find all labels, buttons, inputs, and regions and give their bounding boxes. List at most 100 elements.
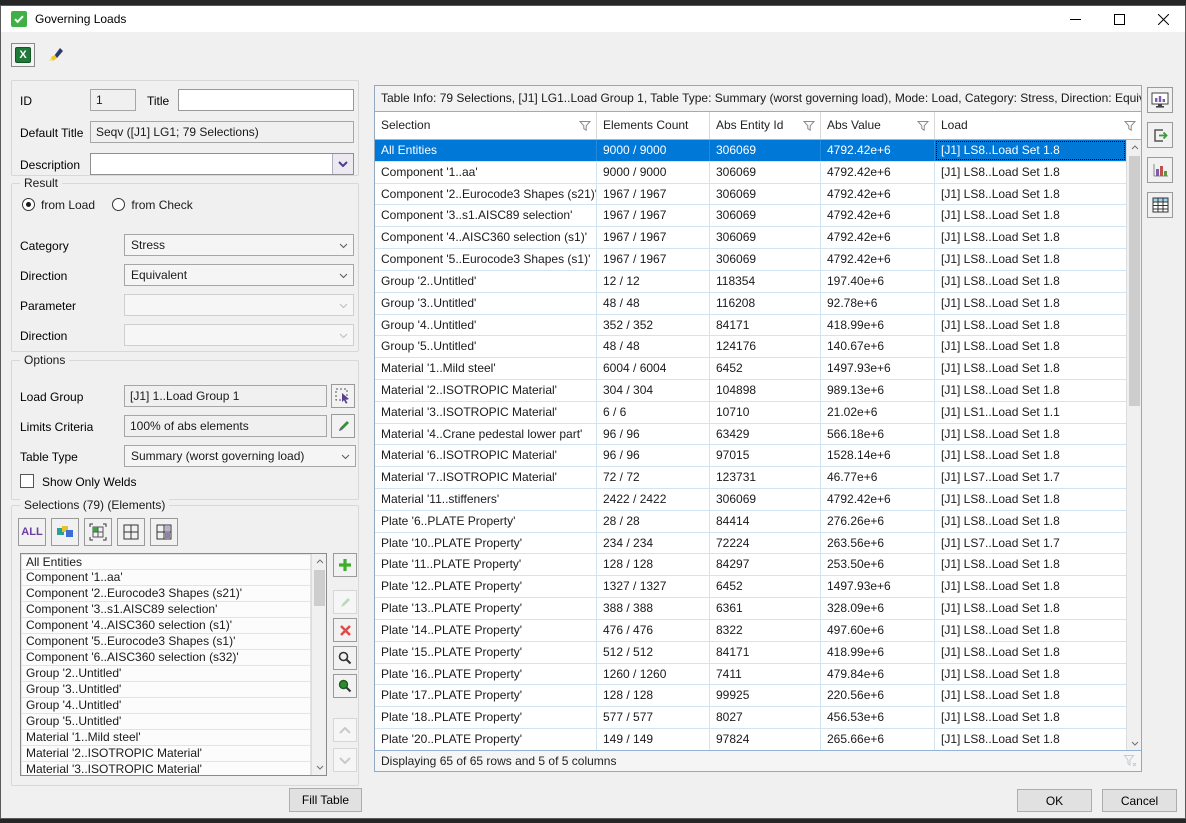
show-chart-button[interactable] — [1147, 157, 1173, 183]
close-button[interactable] — [1141, 6, 1185, 32]
cell-elements-count[interactable]: 149 / 149 — [597, 729, 710, 750]
cell-abs-value[interactable]: 4792.42e+6 — [821, 227, 935, 248]
scroll-down-icon[interactable] — [1127, 736, 1142, 751]
list-item[interactable]: Material '2..ISOTROPIC Material' — [21, 746, 311, 762]
cell-abs-value[interactable]: 263.56e+6 — [821, 533, 935, 554]
table-row[interactable]: Material '7..ISOTROPIC Material' 72 / 72… — [375, 467, 1126, 489]
cell-selection[interactable]: Component '2..Eurocode3 Shapes (s21)' — [375, 184, 597, 205]
description-dropdown-button[interactable] — [332, 154, 353, 174]
list-item[interactable]: Group '3..Untitled' — [21, 682, 311, 698]
cell-abs-entity-id[interactable]: 97824 — [710, 729, 821, 750]
cell-selection[interactable]: Material '2..ISOTROPIC Material' — [375, 380, 597, 401]
cell-elements-count[interactable]: 388 / 388 — [597, 598, 710, 619]
cell-selection[interactable]: Plate '17..PLATE Property' — [375, 685, 597, 706]
cell-abs-value[interactable]: 4792.42e+6 — [821, 184, 935, 205]
cell-abs-value[interactable]: 140.67e+6 — [821, 336, 935, 357]
cell-load[interactable]: [J1] LS8..Load Set 1.8 — [935, 729, 1126, 750]
cell-load[interactable]: [J1] LS8..Load Set 1.8 — [935, 707, 1126, 728]
table-row[interactable]: Group '5..Untitled' 48 / 48 124176 140.6… — [375, 336, 1126, 358]
table-row[interactable]: Material '6..ISOTROPIC Material' 96 / 96… — [375, 445, 1126, 467]
list-item[interactable]: Group '2..Untitled' — [21, 666, 311, 682]
cell-load[interactable]: [J1] LS8..Load Set 1.8 — [935, 380, 1126, 401]
cell-load[interactable]: [J1] LS8..Load Set 1.8 — [935, 271, 1126, 292]
list-item[interactable]: Component '2..Eurocode3 Shapes (s21)' — [21, 586, 311, 602]
cell-abs-entity-id[interactable]: 10710 — [710, 402, 821, 423]
filter-icon[interactable] — [1124, 120, 1136, 132]
column-header[interactable]: Selection — [375, 112, 597, 139]
cell-abs-entity-id[interactable]: 6452 — [710, 358, 821, 379]
cell-load[interactable]: [J1] LS8..Load Set 1.8 — [935, 445, 1126, 466]
cell-elements-count[interactable]: 352 / 352 — [597, 315, 710, 336]
cell-selection[interactable]: Plate '18..PLATE Property' — [375, 707, 597, 728]
cell-abs-value[interactable]: 418.99e+6 — [821, 642, 935, 663]
cell-load[interactable]: [J1] LS1..Load Set 1.1 — [935, 402, 1126, 423]
cell-elements-count[interactable]: 96 / 96 — [597, 445, 710, 466]
cell-abs-entity-id[interactable]: 306069 — [710, 140, 821, 161]
cell-selection[interactable]: Plate '14..PLATE Property' — [375, 620, 597, 641]
table-row[interactable]: Plate '16..PLATE Property' 1260 / 1260 7… — [375, 664, 1126, 686]
cell-load[interactable]: [J1] LS8..Load Set 1.8 — [935, 489, 1126, 510]
list-item[interactable]: Component '3..s1.AISC89 selection' — [21, 602, 311, 618]
table-row[interactable]: Plate '14..PLATE Property' 476 / 476 832… — [375, 620, 1126, 642]
cell-elements-count[interactable]: 9000 / 9000 — [597, 140, 710, 161]
cell-abs-value[interactable]: 46.77e+6 — [821, 467, 935, 488]
list-item[interactable]: Group '5..Untitled' — [21, 714, 311, 730]
cell-abs-entity-id[interactable]: 8322 — [710, 620, 821, 641]
delete-selection-button[interactable] — [333, 618, 357, 642]
cell-load[interactable]: [J1] LS7..Load Set 1.7 — [935, 467, 1126, 488]
cell-abs-entity-id[interactable]: 116208 — [710, 293, 821, 314]
cell-abs-value[interactable]: 497.60e+6 — [821, 620, 935, 641]
cell-load[interactable]: [J1] LS8..Load Set 1.8 — [935, 424, 1126, 445]
cell-abs-entity-id[interactable]: 104898 — [710, 380, 821, 401]
cell-load[interactable]: [J1] LS8..Load Set 1.8 — [935, 598, 1126, 619]
cell-abs-entity-id[interactable]: 306069 — [710, 227, 821, 248]
from-check-radio[interactable] — [112, 198, 125, 211]
table-row[interactable]: Component '1..aa' 9000 / 9000 306069 479… — [375, 162, 1126, 184]
cell-selection[interactable]: Group '4..Untitled' — [375, 315, 597, 336]
list-item[interactable]: Component '6..AISC360 selection (s32)' — [21, 650, 311, 666]
list-item[interactable]: Component '4..AISC360 selection (s1)' — [21, 618, 311, 634]
cell-elements-count[interactable]: 12 / 12 — [597, 271, 710, 292]
cell-abs-entity-id[interactable]: 306069 — [710, 489, 821, 510]
cell-load[interactable]: [J1] LS7..Load Set 1.7 — [935, 533, 1126, 554]
cell-selection[interactable]: Component '4..AISC360 selection (s1)' — [375, 227, 597, 248]
cell-abs-value[interactable]: 253.50e+6 — [821, 554, 935, 575]
cell-load[interactable]: [J1] LS8..Load Set 1.8 — [935, 685, 1126, 706]
scroll-thumb[interactable] — [1129, 156, 1140, 406]
cell-elements-count[interactable]: 2422 / 2422 — [597, 489, 710, 510]
cell-load[interactable]: [J1] LS8..Load Set 1.8 — [935, 576, 1126, 597]
cell-load[interactable]: [J1] LS8..Load Set 1.8 — [935, 642, 1126, 663]
cell-abs-entity-id[interactable]: 7411 — [710, 664, 821, 685]
table-row[interactable]: Plate '20..PLATE Property' 149 / 149 978… — [375, 729, 1126, 751]
cell-abs-value[interactable]: 21.02e+6 — [821, 402, 935, 423]
category-combo[interactable]: Stress — [124, 234, 354, 256]
cell-elements-count[interactable]: 234 / 234 — [597, 533, 710, 554]
cell-selection[interactable]: Material '1..Mild steel' — [375, 358, 597, 379]
table-row[interactable]: Material '1..Mild steel' 6004 / 6004 645… — [375, 358, 1126, 380]
cell-abs-entity-id[interactable]: 99925 — [710, 685, 821, 706]
scroll-up-icon[interactable] — [1127, 140, 1142, 155]
cell-selection[interactable]: Group '5..Untitled' — [375, 336, 597, 357]
cell-abs-entity-id[interactable]: 6452 — [710, 576, 821, 597]
cell-elements-count[interactable]: 6004 / 6004 — [597, 358, 710, 379]
cell-elements-count[interactable]: 1967 / 1967 — [597, 205, 710, 226]
cell-load[interactable]: [J1] LS8..Load Set 1.8 — [935, 162, 1126, 183]
cell-load[interactable]: [J1] LS8..Load Set 1.8 — [935, 511, 1126, 532]
cell-elements-count[interactable]: 72 / 72 — [597, 467, 710, 488]
cell-elements-count[interactable]: 28 / 28 — [597, 511, 710, 532]
table-row[interactable]: Group '2..Untitled' 12 / 12 118354 197.4… — [375, 271, 1126, 293]
cell-abs-entity-id[interactable]: 123731 — [710, 467, 821, 488]
cell-abs-entity-id[interactable]: 84171 — [710, 315, 821, 336]
cell-selection[interactable]: Plate '15..PLATE Property' — [375, 642, 597, 663]
show-on-monitor-button[interactable] — [1147, 87, 1173, 113]
cell-load[interactable]: [J1] LS8..Load Set 1.8 — [935, 554, 1126, 575]
cell-load[interactable]: [J1] LS8..Load Set 1.8 — [935, 336, 1126, 357]
filter-icon[interactable] — [803, 120, 815, 132]
table-row[interactable]: Group '4..Untitled' 352 / 352 84171 418.… — [375, 315, 1126, 337]
description-combo[interactable] — [90, 153, 354, 175]
pick-from-model-button[interactable] — [84, 518, 112, 546]
table-row[interactable]: Material '3..ISOTROPIC Material' 6 / 6 1… — [375, 402, 1126, 424]
cell-abs-entity-id[interactable]: 118354 — [710, 271, 821, 292]
cell-elements-count[interactable]: 1260 / 1260 — [597, 664, 710, 685]
highlighter-button[interactable] — [43, 43, 67, 67]
